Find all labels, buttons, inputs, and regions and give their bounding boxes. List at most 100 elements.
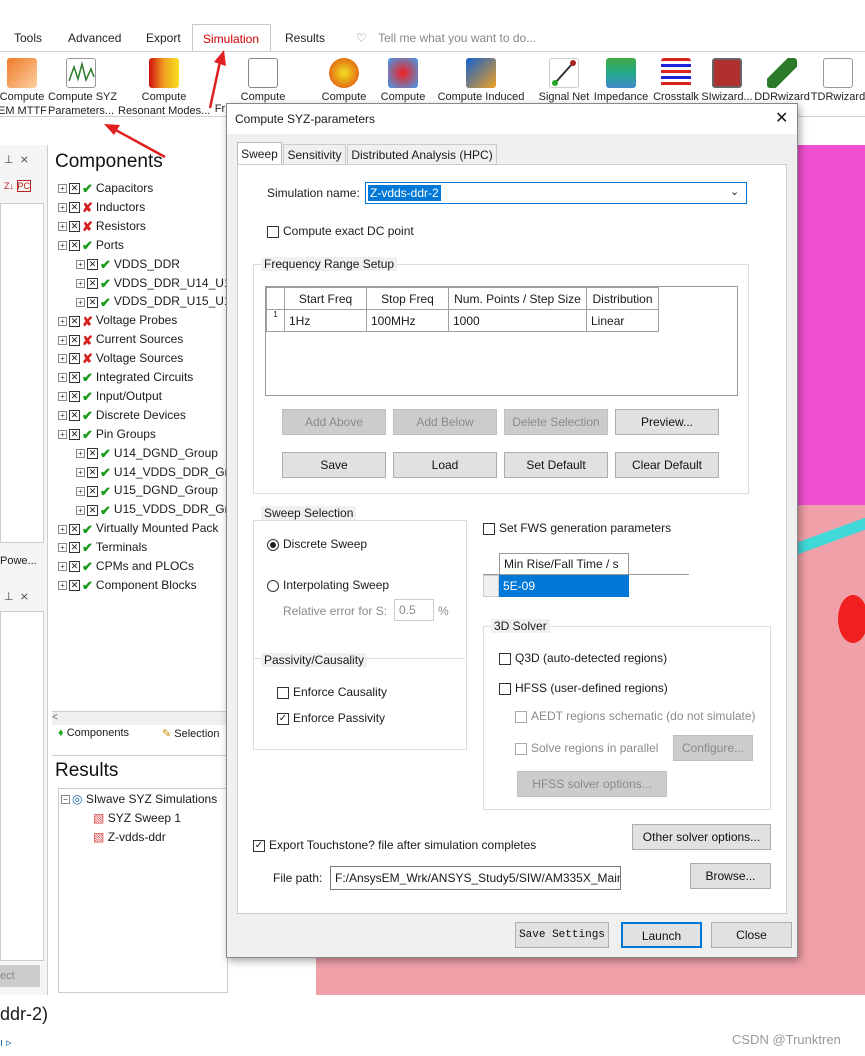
- visibility-checkbox[interactable]: ✕: [69, 221, 80, 233]
- visibility-checkbox[interactable]: ✕: [87, 485, 98, 497]
- visibility-checkbox[interactable]: ✕: [87, 504, 98, 516]
- table-row[interactable]: 1 1Hz 100MHz 1000 Linear: [266, 309, 659, 332]
- load-button[interactable]: Load: [393, 452, 497, 478]
- discrete-sweep-radio[interactable]: Discrete Sweep: [267, 537, 367, 551]
- fws-value-cell[interactable]: 5E-09: [499, 575, 629, 597]
- compute-dc-check[interactable]: [267, 225, 279, 238]
- cell-num-points[interactable]: 1000: [448, 309, 587, 332]
- component-tree-item[interactable]: + ✕ ✔ Input/Output: [58, 387, 162, 406]
- expand-toggle[interactable]: +: [58, 430, 67, 440]
- visibility-checkbox[interactable]: ✕: [69, 372, 80, 384]
- expand-toggle[interactable]: +: [58, 373, 67, 383]
- expand-toggle[interactable]: +: [76, 259, 85, 269]
- component-tree-item[interactable]: + ✕ ✔ U15_DGND_Group: [76, 481, 218, 500]
- component-tree-item[interactable]: + ✕ ✔ VDDS_DDR_U15_U1: [76, 292, 228, 311]
- visibility-checkbox[interactable]: ✕: [69, 315, 80, 327]
- component-tree-item[interactable]: + ✕ ✔ Component Blocks: [58, 576, 197, 595]
- launch-button[interactable]: Launch: [621, 922, 702, 948]
- component-tree-item[interactable]: + ✕ ✔ CPMs and PLOCs: [58, 557, 194, 576]
- other-solver-options-button[interactable]: Other solver options...: [632, 824, 771, 850]
- visibility-checkbox[interactable]: ✕: [69, 580, 80, 592]
- expand-toggle[interactable]: +: [58, 392, 67, 402]
- component-tree-item[interactable]: + ✕ ✔ VDDS_DDR: [76, 255, 180, 274]
- hfss-check[interactable]: [499, 682, 511, 695]
- fws-check[interactable]: [483, 522, 495, 535]
- component-tree-item[interactable]: + ✕ ✘ Current Sources: [58, 330, 183, 349]
- component-tree-item[interactable]: + ✕ ✘ Voltage Probes: [58, 311, 177, 330]
- visibility-checkbox[interactable]: ✕: [69, 429, 80, 441]
- visibility-checkbox[interactable]: ✕: [69, 561, 80, 573]
- visibility-checkbox[interactable]: ✕: [69, 391, 80, 403]
- component-tree-item[interactable]: + ✕ ✘ Voltage Sources: [58, 349, 183, 368]
- file-path-input[interactable]: F:/AnsysEM_Wrk/ANSYS_Study5/SIW/AM335X_M…: [330, 866, 621, 890]
- visibility-checkbox[interactable]: ✕: [69, 240, 80, 252]
- export-touchstone-checkbox[interactable]: ✓ Export Touchstone? file after simulatio…: [253, 838, 536, 852]
- enforce-passivity-check[interactable]: ✓: [277, 712, 289, 725]
- component-tree-item[interactable]: + ✕ ✔ Pin Groups: [58, 425, 156, 444]
- sort-pc-icon[interactable]: PC: [16, 180, 32, 192]
- component-tree-item[interactable]: + ✕ ✔ Terminals: [58, 538, 147, 557]
- add-above-button[interactable]: Add Above: [282, 409, 386, 435]
- expand-toggle[interactable]: +: [58, 354, 67, 364]
- close-icon[interactable]: ✕: [775, 108, 788, 128]
- simulation-name-combo[interactable]: Z-vdds-ddr-2 ⌄: [365, 182, 747, 204]
- tab-sensitivity[interactable]: Sensitivity: [283, 144, 346, 165]
- fws-col-header[interactable]: Min Rise/Fall Time / s: [499, 553, 629, 575]
- hfss-solver-options-button[interactable]: HFSS solver options...: [517, 771, 667, 797]
- solve-parallel-check[interactable]: [515, 742, 527, 755]
- expand-toggle[interactable]: +: [58, 411, 67, 421]
- component-tree-item[interactable]: + ✕ ✔ Capacitors: [58, 179, 153, 198]
- visibility-checkbox[interactable]: ✕: [87, 296, 98, 308]
- left-partial-button[interactable]: ect: [0, 965, 40, 987]
- interpolating-radio-dot[interactable]: [267, 579, 279, 592]
- enforce-causality-checkbox[interactable]: Enforce Causality: [277, 685, 387, 699]
- delete-selection-button[interactable]: Delete Selection: [504, 409, 608, 435]
- result-item[interactable]: ▧ Z-vdds-ddr: [93, 828, 166, 847]
- configure-button[interactable]: Configure...: [673, 735, 753, 761]
- enforce-causality-check[interactable]: [277, 686, 289, 699]
- component-tree-item[interactable]: + ✕ ✔ VDDS_DDR_U14_U1: [76, 274, 228, 293]
- component-tree-item[interactable]: + ✕ ✔ U15_VDDS_DDR_Gr: [76, 500, 228, 519]
- hfss-checkbox[interactable]: HFSS (user-defined regions): [499, 681, 668, 695]
- add-below-button[interactable]: Add Below: [393, 409, 497, 435]
- expand-toggle[interactable]: +: [58, 241, 67, 251]
- save-button[interactable]: Save: [282, 452, 386, 478]
- aedt-checkbox[interactable]: AEDT regions schematic (do not simulate): [515, 709, 756, 723]
- tab-sweep[interactable]: Sweep: [237, 142, 282, 165]
- expand-toggle[interactable]: +: [58, 335, 67, 345]
- browse-button[interactable]: Browse...: [690, 863, 771, 889]
- results-root[interactable]: − ◎ SIwave SYZ Simulations: [61, 790, 217, 809]
- discrete-radio-dot[interactable]: [267, 538, 279, 551]
- expand-toggle[interactable]: +: [58, 222, 67, 232]
- expand-toggle[interactable]: +: [58, 562, 67, 572]
- expand-toggle[interactable]: +: [76, 278, 85, 288]
- power-label[interactable]: Powe...: [0, 555, 37, 567]
- visibility-checkbox[interactable]: ✕: [69, 542, 80, 554]
- expand-toggle[interactable]: +: [76, 297, 85, 307]
- set-default-button[interactable]: Set Default: [504, 452, 608, 478]
- expand-toggle[interactable]: +: [58, 184, 67, 194]
- cell-distribution[interactable]: Linear: [586, 309, 659, 332]
- tab-components[interactable]: ♦ Components: [58, 727, 129, 739]
- col-distribution[interactable]: Distribution: [586, 287, 659, 310]
- sort-icons[interactable]: Z↓ PC: [4, 180, 32, 192]
- aedt-check[interactable]: [515, 710, 527, 723]
- expand-toggle[interactable]: +: [58, 581, 67, 591]
- tab-distributed-analysis[interactable]: Distributed Analysis (HPC): [347, 144, 497, 165]
- compute-dc-checkbox[interactable]: Compute exact DC point: [267, 224, 414, 238]
- expand-toggle[interactable]: +: [58, 203, 67, 213]
- pin-close-controls[interactable]: ⊥ ⨯: [4, 153, 29, 166]
- q3d-check[interactable]: [499, 652, 511, 665]
- cell-start-freq[interactable]: 1Hz: [284, 309, 367, 332]
- sort-az-icon[interactable]: Z↓: [4, 181, 14, 191]
- visibility-checkbox[interactable]: ✕: [69, 353, 80, 365]
- relative-error-input[interactable]: 0.5: [394, 599, 434, 621]
- component-tree-item[interactable]: + ✕ ✔ Discrete Devices: [58, 406, 186, 425]
- component-tree-item[interactable]: + ✕ ✔ Integrated Circuits: [58, 368, 193, 387]
- visibility-checkbox[interactable]: ✕: [87, 277, 98, 289]
- interpolating-sweep-radio[interactable]: Interpolating Sweep: [267, 578, 389, 592]
- preview-button[interactable]: Preview...: [615, 409, 719, 435]
- col-num-points[interactable]: Num. Points / Step Size: [448, 287, 587, 310]
- expand-toggle[interactable]: +: [58, 543, 67, 553]
- fws-checkbox[interactable]: Set FWS generation parameters: [483, 521, 671, 535]
